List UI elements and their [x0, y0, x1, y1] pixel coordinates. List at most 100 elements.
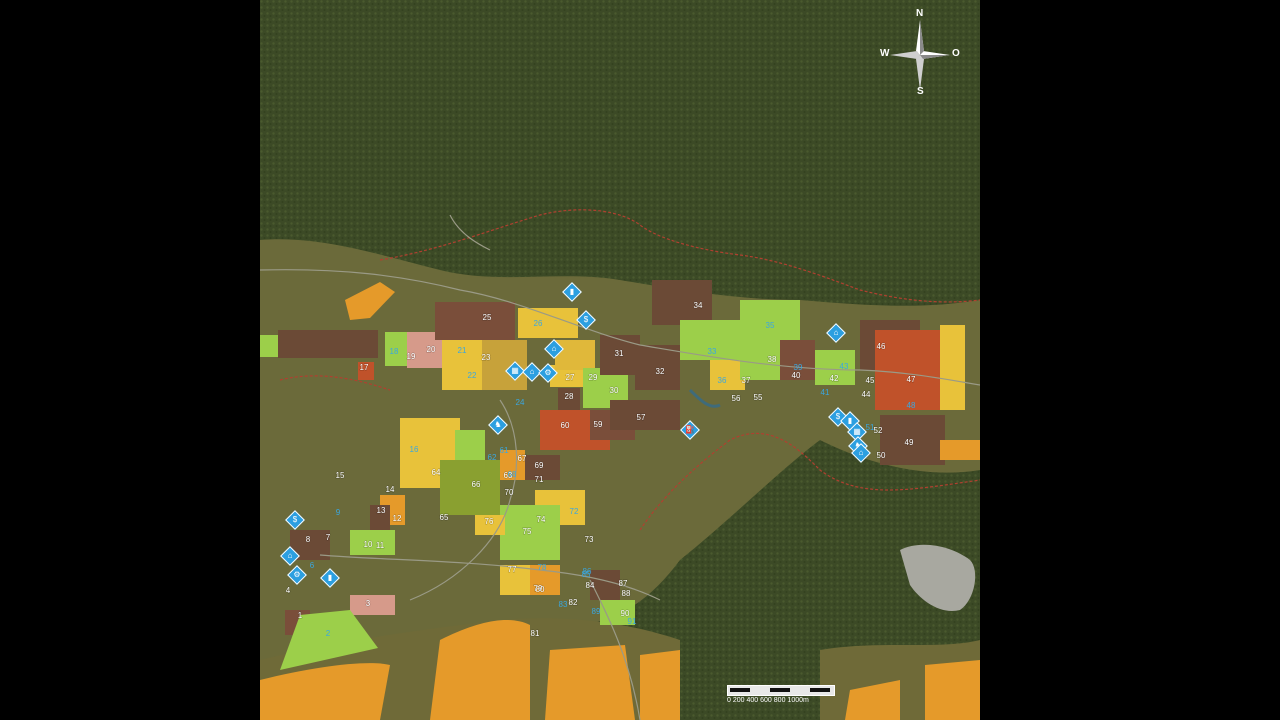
field-number-label: 30	[610, 386, 619, 395]
field-shape	[940, 440, 980, 460]
animal-glyph: ♞	[494, 420, 502, 429]
field-number-label: 4	[286, 586, 291, 595]
field-number-label: 74	[537, 515, 546, 524]
scale-tick: 600	[760, 697, 772, 704]
field-number-label: 17	[360, 363, 369, 372]
field-number-label: 88	[622, 589, 631, 598]
scale-segment	[770, 688, 790, 692]
field-shape	[590, 570, 620, 600]
field-number-label: 61	[500, 446, 509, 455]
field-number-label: 32	[656, 367, 665, 376]
scale-bar: 0 200 400 600 800 1000m	[727, 685, 835, 707]
field-shape	[278, 330, 378, 358]
field-number-label: 37	[742, 376, 751, 385]
compass-east-label: O	[952, 48, 960, 59]
field-shape	[350, 595, 395, 615]
field-number-label: 82	[569, 598, 578, 607]
scale-tick: 800	[773, 697, 786, 704]
compass-rose: N S W O	[880, 8, 960, 98]
compass-south-label: S	[917, 86, 924, 97]
field-number-label: 3	[366, 599, 371, 608]
field-number-label: 47	[907, 375, 916, 384]
field-shape	[440, 460, 500, 515]
field-number-label: 19	[407, 352, 416, 361]
field-number-label: 36	[718, 376, 727, 385]
field-number-label: 80	[536, 585, 545, 594]
compass-north-label: N	[916, 8, 924, 19]
gas-station-glyph: ⛽	[685, 425, 695, 434]
field-number-label: 89	[592, 607, 601, 616]
field-number-label: 40	[792, 371, 801, 380]
field-number-label: 75	[523, 527, 532, 536]
field-shape	[740, 300, 800, 340]
field-number-label: 62	[488, 453, 497, 462]
field-shape	[940, 325, 965, 410]
field-number-label: 56	[732, 394, 741, 403]
field-number-label: 60	[561, 421, 570, 430]
field-shape	[652, 280, 712, 325]
field-number-label: 84	[586, 581, 595, 590]
field-shape	[710, 360, 745, 390]
scale-tick: 0	[727, 697, 731, 704]
map-viewport[interactable]: 1234567891011121314151617181920212223242…	[260, 0, 980, 720]
field-number-label: 1	[298, 611, 303, 620]
field-number-label: 34	[694, 301, 703, 310]
field-number-label: 66	[472, 480, 481, 489]
field-number-label: 21	[458, 346, 467, 355]
field-number-label: 8	[306, 535, 311, 544]
sell-point-glyph: $	[292, 515, 298, 524]
scale-bar-track	[727, 685, 835, 696]
field-number-label: 41	[821, 388, 830, 397]
field-shape	[350, 530, 395, 555]
shop-glyph: ⌂	[551, 344, 557, 353]
field-number-label: 57	[637, 413, 646, 422]
field-number-label: 71	[535, 475, 544, 484]
field-number-label: 52	[874, 426, 883, 435]
field-number-label: 43	[840, 362, 849, 371]
field-number-label: 87	[619, 579, 628, 588]
scale-segment	[810, 688, 830, 692]
scale-segment	[730, 688, 750, 692]
field-number-label: 12	[393, 514, 402, 523]
scale-tick: 200	[732, 697, 745, 704]
field-number-label: 78	[538, 563, 547, 572]
field-number-label: 9	[336, 508, 341, 517]
field-number-label: 23	[482, 353, 491, 362]
field-number-label: 27	[566, 373, 575, 382]
scale-tick: 1000m	[787, 697, 809, 704]
field-number-label: 65	[440, 513, 449, 522]
field-number-label: 38	[768, 355, 777, 364]
field-number-label: 42	[830, 374, 839, 383]
field-number-label: 68	[508, 470, 517, 479]
field-number-label: 29	[589, 373, 598, 382]
silo-glyph: ▮	[569, 287, 575, 296]
field-number-label: 86	[583, 567, 592, 576]
field-shape	[435, 302, 515, 340]
field-number-label: 44	[862, 390, 871, 399]
field-number-label: 24	[516, 398, 525, 407]
barn-glyph: ⌂	[833, 328, 839, 337]
compass-west-label: W	[880, 48, 890, 59]
field-shape	[875, 330, 945, 410]
field-number-label: 22	[468, 371, 477, 380]
field-number-label: 16	[410, 445, 419, 454]
field-number-label: 55	[754, 393, 763, 402]
field-number-label: 15	[336, 471, 345, 480]
field-number-label: 25	[483, 313, 492, 322]
production-glyph: ⚙	[544, 368, 552, 377]
field-number-label: 10	[364, 540, 373, 549]
field-number-label: 45	[866, 376, 875, 385]
silo-glyph: ▮	[327, 573, 333, 582]
field-number-label: 64	[432, 468, 441, 477]
farm-glyph: ⌂	[529, 367, 535, 376]
compass-star-icon	[890, 20, 950, 90]
field-number-label: 13	[377, 506, 386, 515]
field-number-label: 67	[518, 454, 527, 463]
field-number-label: 11	[376, 541, 385, 550]
field-number-label: 70	[505, 488, 514, 497]
map-canvas[interactable]: 1234567891011121314151617181920212223242…	[260, 0, 980, 720]
field-number-label: 6	[310, 561, 315, 570]
field-number-label: 59	[594, 420, 603, 429]
field-number-label: 31	[615, 349, 624, 358]
right-letterbox	[980, 0, 1280, 720]
